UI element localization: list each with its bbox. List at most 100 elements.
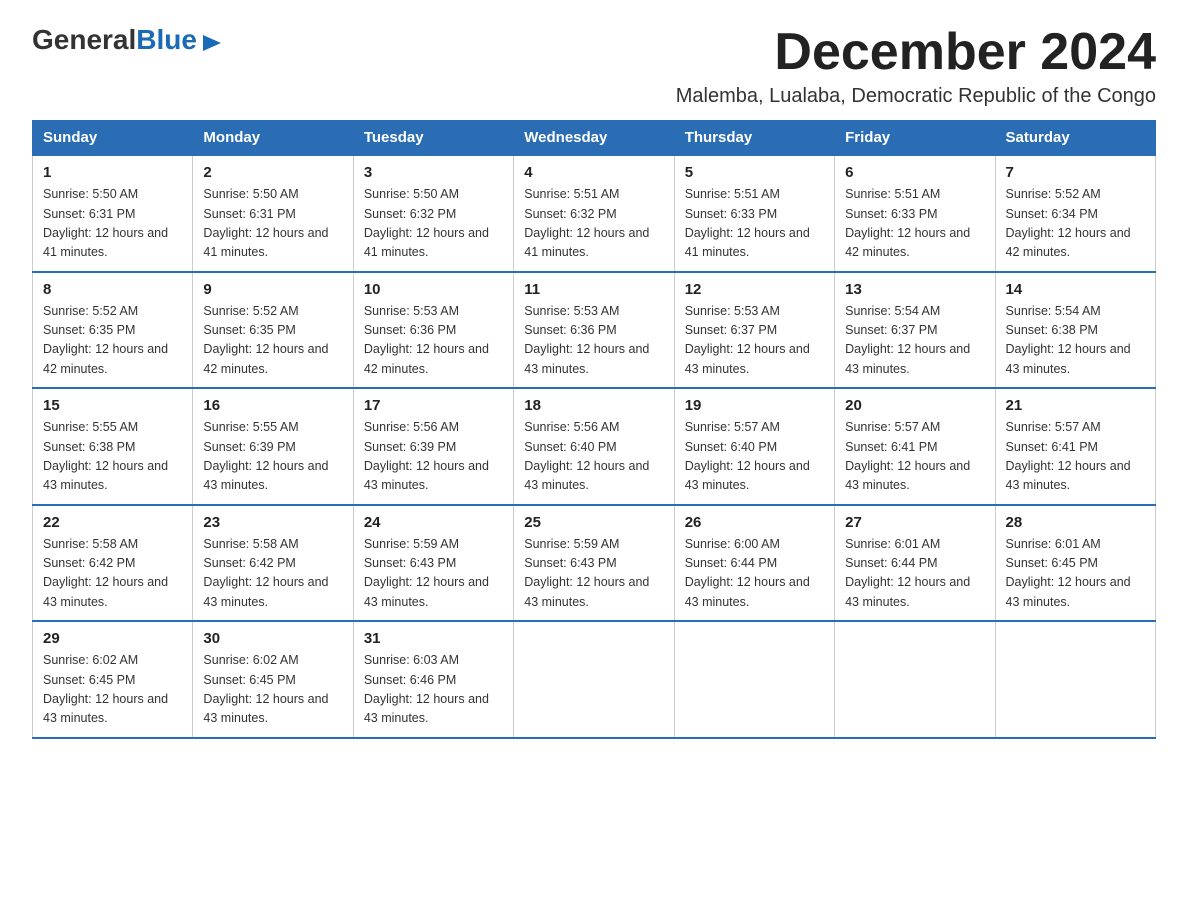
table-row: 23 Sunrise: 5:58 AM Sunset: 6:42 PM Dayl…: [193, 505, 353, 622]
logo-content: GeneralBlue: [32, 24, 221, 56]
day-number: 19: [685, 397, 824, 414]
day-number: 24: [364, 514, 503, 531]
day-number: 26: [685, 514, 824, 531]
day-info: Sunrise: 6:00 AM Sunset: 6:44 PM Dayligh…: [685, 535, 824, 613]
table-row: 16 Sunrise: 5:55 AM Sunset: 6:39 PM Dayl…: [193, 388, 353, 505]
day-number: 17: [364, 397, 503, 414]
day-info: Sunrise: 6:01 AM Sunset: 6:45 PM Dayligh…: [1006, 535, 1145, 613]
day-number: 27: [845, 514, 984, 531]
day-number: 7: [1006, 164, 1145, 181]
day-number: 9: [203, 281, 342, 298]
table-row: [995, 621, 1155, 738]
col-thursday: Thursday: [674, 121, 834, 156]
page-title: December 2024: [676, 24, 1156, 81]
table-row: 24 Sunrise: 5:59 AM Sunset: 6:43 PM Dayl…: [353, 505, 513, 622]
table-row: 8 Sunrise: 5:52 AM Sunset: 6:35 PM Dayli…: [33, 272, 193, 389]
table-row: 2 Sunrise: 5:50 AM Sunset: 6:31 PM Dayli…: [193, 155, 353, 272]
calendar-week-row: 15 Sunrise: 5:55 AM Sunset: 6:38 PM Dayl…: [33, 388, 1156, 505]
day-info: Sunrise: 5:55 AM Sunset: 6:39 PM Dayligh…: [203, 418, 342, 496]
table-row: 9 Sunrise: 5:52 AM Sunset: 6:35 PM Dayli…: [193, 272, 353, 389]
logo-blue: Blue: [136, 24, 197, 55]
day-number: 29: [43, 630, 182, 647]
table-row: 6 Sunrise: 5:51 AM Sunset: 6:33 PM Dayli…: [835, 155, 995, 272]
table-row: 31 Sunrise: 6:03 AM Sunset: 6:46 PM Dayl…: [353, 621, 513, 738]
day-info: Sunrise: 5:57 AM Sunset: 6:41 PM Dayligh…: [845, 418, 984, 496]
day-number: 23: [203, 514, 342, 531]
day-info: Sunrise: 6:01 AM Sunset: 6:44 PM Dayligh…: [845, 535, 984, 613]
day-number: 30: [203, 630, 342, 647]
table-row: 7 Sunrise: 5:52 AM Sunset: 6:34 PM Dayli…: [995, 155, 1155, 272]
day-number: 8: [43, 281, 182, 298]
day-info: Sunrise: 5:57 AM Sunset: 6:41 PM Dayligh…: [1006, 418, 1145, 496]
day-info: Sunrise: 5:53 AM Sunset: 6:36 PM Dayligh…: [364, 302, 503, 380]
subtitle: Malemba, Lualaba, Democratic Republic of…: [676, 85, 1156, 108]
table-row: 22 Sunrise: 5:58 AM Sunset: 6:42 PM Dayl…: [33, 505, 193, 622]
day-number: 15: [43, 397, 182, 414]
day-number: 25: [524, 514, 663, 531]
day-number: 21: [1006, 397, 1145, 414]
day-info: Sunrise: 5:50 AM Sunset: 6:31 PM Dayligh…: [43, 185, 182, 263]
title-area: December 2024 Malemba, Lualaba, Democrat…: [676, 24, 1156, 108]
table-row: 10 Sunrise: 5:53 AM Sunset: 6:36 PM Dayl…: [353, 272, 513, 389]
header: GeneralBlue December 2024 Malemba, Luala…: [32, 24, 1156, 108]
day-info: Sunrise: 5:56 AM Sunset: 6:40 PM Dayligh…: [524, 418, 663, 496]
day-info: Sunrise: 6:02 AM Sunset: 6:45 PM Dayligh…: [43, 651, 182, 729]
day-number: 4: [524, 164, 663, 181]
calendar-week-row: 8 Sunrise: 5:52 AM Sunset: 6:35 PM Dayli…: [33, 272, 1156, 389]
day-info: Sunrise: 5:56 AM Sunset: 6:39 PM Dayligh…: [364, 418, 503, 496]
table-row: 26 Sunrise: 6:00 AM Sunset: 6:44 PM Dayl…: [674, 505, 834, 622]
col-monday: Monday: [193, 121, 353, 156]
day-number: 2: [203, 164, 342, 181]
day-number: 31: [364, 630, 503, 647]
day-info: Sunrise: 5:54 AM Sunset: 6:37 PM Dayligh…: [845, 302, 984, 380]
day-number: 5: [685, 164, 824, 181]
day-info: Sunrise: 5:58 AM Sunset: 6:42 PM Dayligh…: [43, 535, 182, 613]
day-number: 1: [43, 164, 182, 181]
day-info: Sunrise: 5:58 AM Sunset: 6:42 PM Dayligh…: [203, 535, 342, 613]
day-number: 20: [845, 397, 984, 414]
table-row: 27 Sunrise: 6:01 AM Sunset: 6:44 PM Dayl…: [835, 505, 995, 622]
calendar-header-row: Sunday Monday Tuesday Wednesday Thursday…: [33, 121, 1156, 156]
day-info: Sunrise: 6:02 AM Sunset: 6:45 PM Dayligh…: [203, 651, 342, 729]
day-number: 13: [845, 281, 984, 298]
day-info: Sunrise: 5:55 AM Sunset: 6:38 PM Dayligh…: [43, 418, 182, 496]
day-info: Sunrise: 5:50 AM Sunset: 6:32 PM Dayligh…: [364, 185, 503, 263]
day-number: 14: [1006, 281, 1145, 298]
day-info: Sunrise: 5:53 AM Sunset: 6:37 PM Dayligh…: [685, 302, 824, 380]
table-row: [514, 621, 674, 738]
col-wednesday: Wednesday: [514, 121, 674, 156]
day-number: 12: [685, 281, 824, 298]
day-number: 3: [364, 164, 503, 181]
col-tuesday: Tuesday: [353, 121, 513, 156]
calendar-week-row: 22 Sunrise: 5:58 AM Sunset: 6:42 PM Dayl…: [33, 505, 1156, 622]
day-number: 18: [524, 397, 663, 414]
day-info: Sunrise: 5:51 AM Sunset: 6:32 PM Dayligh…: [524, 185, 663, 263]
day-info: Sunrise: 5:59 AM Sunset: 6:43 PM Dayligh…: [524, 535, 663, 613]
day-number: 11: [524, 281, 663, 298]
table-row: [674, 621, 834, 738]
table-row: 19 Sunrise: 5:57 AM Sunset: 6:40 PM Dayl…: [674, 388, 834, 505]
day-info: Sunrise: 5:57 AM Sunset: 6:40 PM Dayligh…: [685, 418, 824, 496]
table-row: 1 Sunrise: 5:50 AM Sunset: 6:31 PM Dayli…: [33, 155, 193, 272]
day-number: 10: [364, 281, 503, 298]
table-row: 14 Sunrise: 5:54 AM Sunset: 6:38 PM Dayl…: [995, 272, 1155, 389]
day-info: Sunrise: 5:53 AM Sunset: 6:36 PM Dayligh…: [524, 302, 663, 380]
col-friday: Friday: [835, 121, 995, 156]
logo: GeneralBlue: [32, 24, 221, 56]
table-row: 12 Sunrise: 5:53 AM Sunset: 6:37 PM Dayl…: [674, 272, 834, 389]
logo-triangle-icon: [203, 35, 221, 51]
day-number: 28: [1006, 514, 1145, 531]
day-info: Sunrise: 5:52 AM Sunset: 6:35 PM Dayligh…: [203, 302, 342, 380]
calendar-week-row: 1 Sunrise: 5:50 AM Sunset: 6:31 PM Dayli…: [33, 155, 1156, 272]
day-info: Sunrise: 5:52 AM Sunset: 6:35 PM Dayligh…: [43, 302, 182, 380]
table-row: 29 Sunrise: 6:02 AM Sunset: 6:45 PM Dayl…: [33, 621, 193, 738]
calendar-week-row: 29 Sunrise: 6:02 AM Sunset: 6:45 PM Dayl…: [33, 621, 1156, 738]
logo-general: General: [32, 24, 136, 55]
day-info: Sunrise: 5:54 AM Sunset: 6:38 PM Dayligh…: [1006, 302, 1145, 380]
calendar-table: Sunday Monday Tuesday Wednesday Thursday…: [32, 120, 1156, 739]
day-number: 6: [845, 164, 984, 181]
table-row: 28 Sunrise: 6:01 AM Sunset: 6:45 PM Dayl…: [995, 505, 1155, 622]
table-row: 5 Sunrise: 5:51 AM Sunset: 6:33 PM Dayli…: [674, 155, 834, 272]
table-row: 25 Sunrise: 5:59 AM Sunset: 6:43 PM Dayl…: [514, 505, 674, 622]
day-number: 22: [43, 514, 182, 531]
